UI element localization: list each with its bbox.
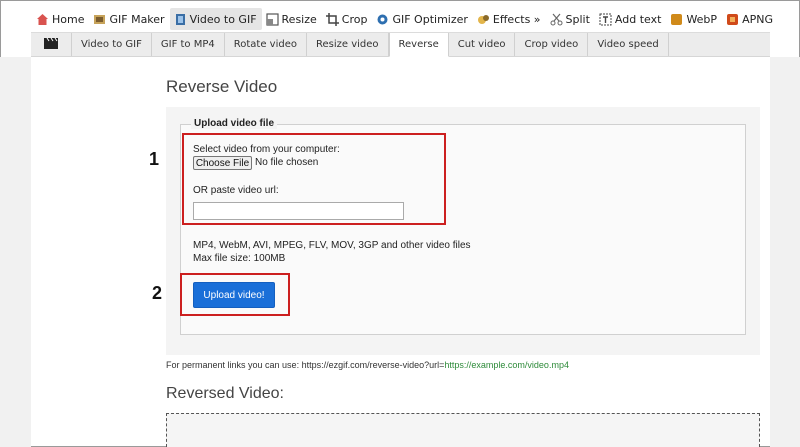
reversed-video-heading: Reversed Video: bbox=[166, 385, 284, 402]
sub-nav: Video to GIF GIF to MP4 Rotate video Res… bbox=[31, 32, 770, 57]
right-margin bbox=[770, 57, 800, 447]
video-icon bbox=[174, 13, 187, 26]
crop-icon bbox=[325, 12, 339, 26]
step-number-1: 1 bbox=[149, 149, 160, 169]
highlight-box-step1 bbox=[182, 133, 446, 225]
gif-maker-icon bbox=[93, 13, 106, 26]
tab-gif-to-mp4[interactable]: GIF to MP4 bbox=[152, 33, 225, 56]
upload-legend: Upload video file bbox=[191, 118, 278, 129]
permalink-prefix: For permanent links you can use: https:/… bbox=[166, 360, 445, 370]
nav-effects[interactable]: Effects » bbox=[473, 8, 546, 30]
nav-home[interactable]: Home bbox=[32, 8, 89, 30]
nav-add-text[interactable]: Add text bbox=[595, 8, 667, 30]
nav-gif-maker[interactable]: GIF Maker bbox=[89, 8, 169, 30]
apng-icon bbox=[726, 13, 739, 26]
tab-cut-video[interactable]: Cut video bbox=[449, 33, 516, 56]
webp-icon bbox=[670, 13, 683, 26]
tab-crop-video[interactable]: Crop video bbox=[515, 33, 589, 56]
optimizer-icon bbox=[376, 13, 389, 26]
nav-apng[interactable]: APNG bbox=[722, 8, 778, 30]
tab-reverse[interactable]: Reverse bbox=[388, 33, 449, 57]
top-nav: Home GIF Maker Video to GIF Resize Crop … bbox=[32, 8, 778, 30]
add-text-icon bbox=[599, 13, 612, 26]
resize-icon bbox=[265, 12, 279, 26]
tab-resize-video[interactable]: Resize video bbox=[307, 33, 389, 56]
tab-video-to-gif[interactable]: Video to GIF bbox=[72, 33, 152, 56]
split-icon bbox=[550, 13, 563, 26]
nav-gif-optimizer[interactable]: GIF Optimizer bbox=[372, 8, 472, 30]
supported-formats-text: MP4, WebM, AVI, MPEG, FLV, MOV, 3GP and … bbox=[193, 240, 471, 251]
highlight-box-step2 bbox=[180, 273, 290, 316]
home-icon bbox=[36, 13, 49, 26]
nav-crop[interactable]: Crop bbox=[322, 8, 373, 30]
nav-split[interactable]: Split bbox=[546, 8, 595, 30]
nav-webp[interactable]: WebP bbox=[666, 8, 722, 30]
video-tools-icon-tab[interactable] bbox=[31, 33, 72, 56]
nav-resize[interactable]: Resize bbox=[262, 8, 322, 30]
step-number-2: 2 bbox=[152, 283, 163, 303]
page-title: Reverse Video bbox=[166, 77, 278, 96]
tab-rotate-video[interactable]: Rotate video bbox=[225, 33, 307, 56]
permalink-hint: For permanent links you can use: https:/… bbox=[166, 360, 569, 370]
clapperboard-icon bbox=[44, 37, 58, 52]
nav-video-to-gif[interactable]: Video to GIF bbox=[169, 8, 262, 30]
tab-video-speed[interactable]: Video speed bbox=[588, 33, 669, 56]
reversed-video-output-area bbox=[166, 413, 760, 447]
permalink-example-link[interactable]: https://example.com/video.mp4 bbox=[444, 360, 569, 370]
left-margin bbox=[0, 57, 31, 447]
effects-icon bbox=[477, 13, 490, 26]
max-file-size-text: Max file size: 100MB bbox=[193, 253, 286, 264]
